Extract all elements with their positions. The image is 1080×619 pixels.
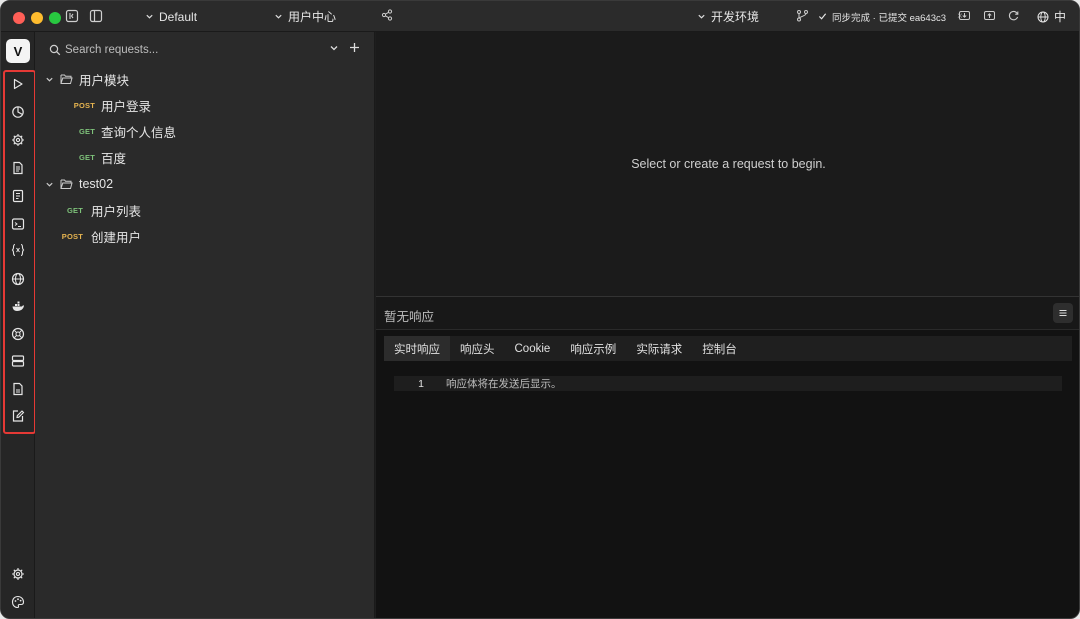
collapse-panel-icon[interactable] bbox=[65, 9, 79, 23]
folder-open-icon bbox=[60, 179, 73, 189]
globe-icon[interactable] bbox=[11, 272, 25, 286]
variables-icon[interactable] bbox=[11, 243, 25, 257]
history-icon[interactable] bbox=[11, 105, 25, 119]
response-menu-button[interactable] bbox=[1053, 303, 1073, 323]
filter-dropdown-icon[interactable] bbox=[329, 43, 339, 53]
chevron-down-icon bbox=[46, 77, 53, 82]
method-badge: GET bbox=[78, 152, 95, 162]
search-icon bbox=[49, 44, 61, 56]
request-item[interactable]: POST 用户登录 bbox=[69, 92, 151, 118]
terminal-icon[interactable] bbox=[11, 217, 25, 231]
folder-open-icon bbox=[60, 74, 73, 84]
app-logo[interactable]: V bbox=[6, 39, 30, 63]
folder-name: 用户模块 bbox=[79, 73, 130, 88]
chevron-down-icon bbox=[146, 14, 153, 19]
request-item[interactable]: GET 查询个人信息 bbox=[69, 118, 176, 144]
chevron-down-icon bbox=[698, 14, 705, 19]
git-branch-icon[interactable] bbox=[796, 9, 810, 23]
empty-state-message: Select or create a request to begin. bbox=[631, 157, 826, 171]
edit-icon[interactable] bbox=[11, 409, 25, 423]
response-pane: 暂无响应 实时响应 响应头 Cookie 响应示例 实际请求 控制台 1 响应体… bbox=[376, 297, 1079, 618]
globe-icon bbox=[1037, 11, 1049, 22]
workspace-label: Default bbox=[159, 9, 198, 24]
palette-icon[interactable] bbox=[11, 595, 25, 609]
search-input[interactable] bbox=[65, 44, 315, 56]
response-header: 暂无响应 bbox=[376, 297, 1079, 330]
response-title: 暂无响应 bbox=[384, 310, 435, 324]
docker-icon[interactable] bbox=[11, 299, 25, 313]
tab-response-headers[interactable]: 响应头 bbox=[450, 336, 505, 361]
activity-bar: V bbox=[1, 32, 36, 618]
line-number: 1 bbox=[418, 377, 424, 390]
tab-cookie[interactable]: Cookie bbox=[505, 336, 561, 361]
share-icon[interactable] bbox=[381, 9, 395, 23]
request-name: 用户列表 bbox=[91, 204, 142, 219]
tab-actual-request[interactable]: 实际请求 bbox=[626, 336, 692, 361]
language-selector[interactable]: 中 bbox=[1037, 1, 1066, 32]
chevron-down-icon bbox=[275, 14, 282, 19]
request-name: 查询个人信息 bbox=[101, 125, 177, 140]
method-badge: GET bbox=[78, 126, 95, 136]
tab-realtime-response[interactable]: 实时响应 bbox=[384, 336, 450, 361]
request-editor-area: Select or create a request to begin. bbox=[376, 32, 1079, 297]
run-icon[interactable] bbox=[11, 77, 25, 91]
folder-row[interactable]: 用户模块 bbox=[45, 66, 129, 92]
method-badge: POST bbox=[61, 231, 83, 241]
refresh-icon[interactable] bbox=[1007, 9, 1021, 23]
request-item[interactable]: POST 创建用户 bbox=[57, 223, 141, 249]
sync-status: 同步完成 · 已提交 ea643c3 × bbox=[818, 1, 963, 32]
close-window-button[interactable] bbox=[13, 12, 25, 24]
upload-icon[interactable] bbox=[983, 9, 997, 23]
environment-label: 开发环境 bbox=[711, 10, 760, 24]
minimize-window-button[interactable] bbox=[31, 12, 43, 24]
add-request-button[interactable] bbox=[349, 42, 360, 53]
request-name: 百度 bbox=[101, 151, 127, 166]
request-item[interactable]: GET 用户列表 bbox=[57, 197, 141, 223]
folder-row[interactable]: test02 bbox=[45, 171, 113, 197]
plugin-icon[interactable] bbox=[11, 327, 25, 341]
environment-selector[interactable]: 开发环境 bbox=[697, 1, 759, 32]
request-name: 创建用户 bbox=[91, 230, 142, 245]
workspace-selector[interactable]: Default bbox=[145, 1, 197, 32]
tab-console[interactable]: 控制台 bbox=[692, 336, 747, 361]
chevron-down-icon bbox=[46, 182, 53, 187]
response-body-line: 1 响应体将在发送后显示。 bbox=[394, 376, 1062, 391]
menu-icon bbox=[1059, 309, 1067, 317]
notebook-icon[interactable] bbox=[11, 189, 25, 203]
language-label: 中 bbox=[1054, 10, 1067, 24]
search-bar bbox=[49, 40, 359, 60]
request-sidebar: 用户模块 POST 用户登录 GET 查询个人信息 GET 百度 test02 … bbox=[35, 32, 375, 618]
response-tabs: 实时响应 响应头 Cookie 响应示例 实际请求 控制台 bbox=[384, 336, 1072, 361]
request-item[interactable]: GET 百度 bbox=[69, 144, 126, 170]
gear-icon[interactable] bbox=[11, 567, 25, 581]
download-icon[interactable] bbox=[958, 9, 972, 23]
document-icon[interactable] bbox=[11, 161, 25, 175]
sync-status-text: 同步完成 · 已提交 ea643c3 bbox=[832, 12, 947, 24]
response-body-placeholder: 响应体将在发送后显示。 bbox=[446, 378, 562, 390]
project-selector[interactable]: 用户中心 bbox=[274, 1, 336, 32]
project-label: 用户中心 bbox=[288, 10, 337, 24]
check-icon bbox=[818, 13, 827, 20]
maximize-window-button[interactable] bbox=[49, 12, 61, 24]
settings-cog-icon[interactable] bbox=[11, 133, 25, 147]
folder-name: test02 bbox=[79, 177, 114, 191]
server-icon[interactable] bbox=[11, 354, 25, 368]
app-window: Default 用户中心 开发环境 同步完成 · 已提交 ea643c3 × 中… bbox=[0, 0, 1080, 619]
title-bar: Default 用户中心 开发环境 同步完成 · 已提交 ea643c3 × 中 bbox=[1, 1, 1079, 32]
method-badge: GET bbox=[66, 205, 83, 215]
sidebar-toggle-icon[interactable] bbox=[89, 9, 103, 23]
file-icon[interactable] bbox=[11, 382, 25, 396]
tab-response-examples[interactable]: 响应示例 bbox=[560, 336, 626, 361]
method-badge: POST bbox=[73, 100, 95, 110]
request-name: 用户登录 bbox=[101, 99, 152, 114]
